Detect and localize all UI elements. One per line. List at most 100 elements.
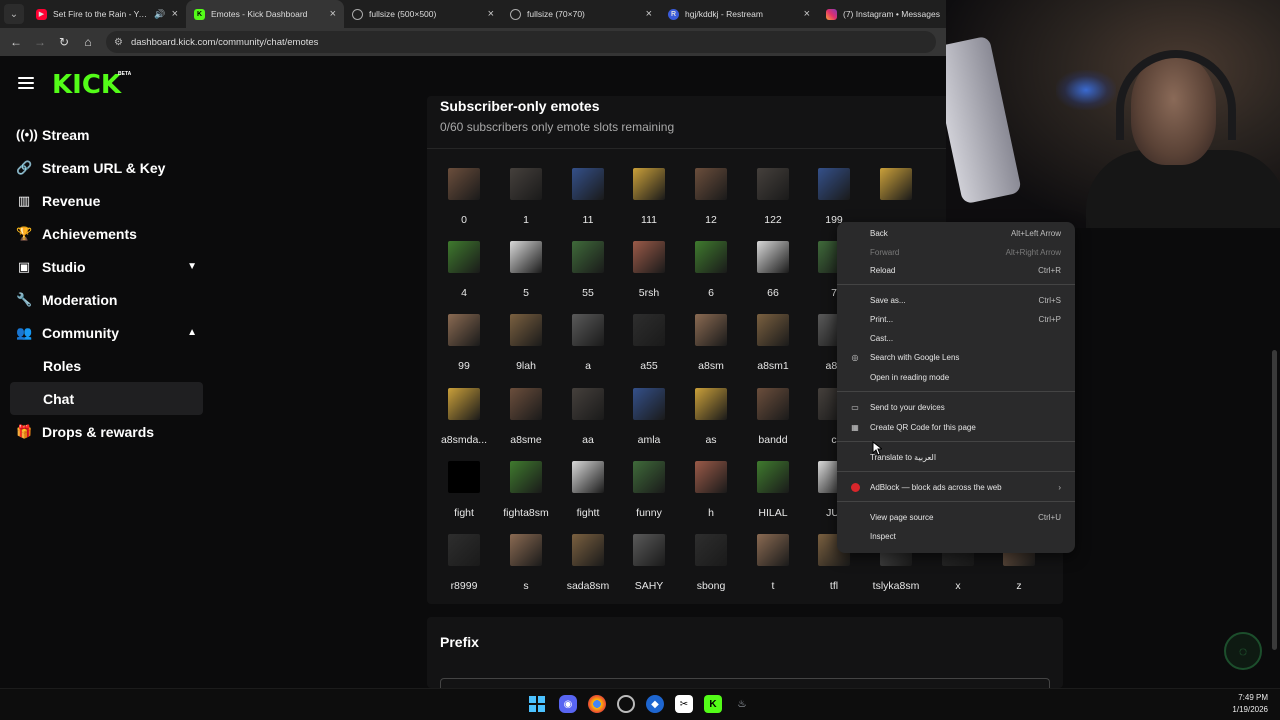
- chart-icon: ▥: [17, 192, 31, 208]
- emote-item[interactable]: t: [742, 534, 804, 604]
- emote-item[interactable]: sbong: [680, 534, 742, 604]
- windows-start-icon[interactable]: [528, 695, 546, 713]
- emote-item[interactable]: HILAL: [742, 461, 804, 531]
- emote-item[interactable]: bandd: [742, 388, 804, 458]
- menu-icon[interactable]: [18, 77, 34, 89]
- speaker-icon[interactable]: 🔊: [154, 9, 165, 20]
- emote-item[interactable]: 5: [495, 241, 557, 311]
- emote-item[interactable]: SAHY: [618, 534, 680, 604]
- sidebar-item-achievements[interactable]: 🏆 Achievements: [10, 217, 203, 250]
- close-icon[interactable]: ×: [330, 8, 336, 20]
- emote-item[interactable]: a8sm1: [742, 314, 804, 384]
- menu-item-google-lens[interactable]: ◎ Search with Google Lens: [837, 348, 1075, 367]
- system-clock[interactable]: 7:49 PM 1/19/2026: [1232, 692, 1268, 716]
- menu-item-back[interactable]: Back Alt+Left Arrow: [837, 224, 1075, 243]
- menu-item-qr-code[interactable]: ▦ Create QR Code for this page: [837, 418, 1075, 437]
- menu-item-save-as[interactable]: Save as... Ctrl+S: [837, 291, 1075, 310]
- emote-item[interactable]: 9lah: [495, 314, 557, 384]
- address-bar[interactable]: ⚙ dashboard.kick.com/community/chat/emot…: [106, 31, 936, 53]
- emote-item[interactable]: fighta8sm: [495, 461, 557, 531]
- sidebar-item-drops-rewards[interactable]: 🎁 Drops & rewards: [10, 415, 203, 448]
- sidebar-item-moderation[interactable]: 🔧 Moderation: [10, 283, 203, 316]
- emote-item[interactable]: aa: [557, 388, 619, 458]
- emote-item[interactable]: h: [680, 461, 742, 531]
- emote-item[interactable]: a55: [618, 314, 680, 384]
- emote-item[interactable]: 66: [742, 241, 804, 311]
- sidebar-item-studio[interactable]: ▣ Studio ▼: [10, 250, 203, 283]
- emote-item[interactable]: 4: [433, 241, 495, 311]
- close-icon[interactable]: ×: [804, 8, 810, 20]
- emote-item[interactable]: a8sme: [495, 388, 557, 458]
- sidebar-item-stream[interactable]: ((•)) Stream: [10, 118, 203, 151]
- kick-logo[interactable]: KICK: [52, 70, 121, 100]
- tab-restream[interactable]: R hgj/kddkj - Restream ×: [660, 0, 818, 28]
- sidebar-item-revenue[interactable]: ▥ Revenue: [10, 184, 203, 217]
- tab-fullsize-500[interactable]: fullsize (500×500) ×: [344, 0, 502, 28]
- menu-item-view-source[interactable]: View page source Ctrl+U: [837, 508, 1075, 527]
- chevron-up-icon[interactable]: ▲: [187, 327, 197, 338]
- capcut-icon[interactable]: ✂: [675, 695, 693, 713]
- emote-item[interactable]: 11: [557, 168, 619, 238]
- section-subtitle: 0/60 subscribers only emote slots remain…: [440, 120, 675, 134]
- chrome-icon[interactable]: [588, 695, 606, 713]
- sidebar-item-community[interactable]: 👥 Community ▲: [10, 316, 203, 349]
- emote-item[interactable]: fight: [433, 461, 495, 531]
- menu-item-cast[interactable]: Cast...: [837, 329, 1075, 348]
- browser-icon[interactable]: ◆: [646, 695, 664, 713]
- emote-item[interactable]: 55: [557, 241, 619, 311]
- home-button[interactable]: ⌂: [78, 32, 98, 52]
- chat-bubble-icon[interactable]: ◌: [1224, 632, 1262, 670]
- forward-button[interactable]: →: [30, 32, 50, 52]
- reload-button[interactable]: ↻: [54, 32, 74, 52]
- emote-item[interactable]: 6: [680, 241, 742, 311]
- site-info-icon[interactable]: ⚙: [114, 37, 123, 48]
- emote-thumbnail: [572, 534, 604, 566]
- globe-icon: [510, 8, 521, 20]
- emote-item[interactable]: 111: [618, 168, 680, 238]
- close-icon[interactable]: ×: [646, 8, 652, 20]
- emote-item[interactable]: 12: [680, 168, 742, 238]
- emote-item[interactable]: s: [495, 534, 557, 604]
- close-icon[interactable]: ×: [488, 8, 494, 20]
- emote-item[interactable]: fightt: [557, 461, 619, 531]
- sidebar-item-roles[interactable]: Roles: [10, 349, 203, 382]
- obs-icon[interactable]: [617, 695, 635, 713]
- discord-icon[interactable]: ◉: [559, 695, 577, 713]
- close-icon[interactable]: ×: [172, 8, 178, 20]
- sidebar-item-stream-url-key[interactable]: 🔗 Stream URL & Key: [10, 151, 203, 184]
- scrollbar[interactable]: [1272, 350, 1277, 650]
- menu-item-print[interactable]: Print... Ctrl+P: [837, 310, 1075, 329]
- emote-item[interactable]: r8999: [433, 534, 495, 604]
- tab-search-button[interactable]: ⌄: [4, 4, 24, 24]
- menu-separator: [837, 284, 1075, 285]
- back-button[interactable]: ←: [6, 32, 26, 52]
- tab-fullsize-70[interactable]: fullsize (70×70) ×: [502, 0, 660, 28]
- menu-item-reading-mode[interactable]: Open in reading mode: [837, 368, 1075, 387]
- menu-item-send-to-devices[interactable]: ▭ Send to your devices: [837, 398, 1075, 417]
- emote-item[interactable]: 0: [433, 168, 495, 238]
- emote-item[interactable]: a8smda...: [433, 388, 495, 458]
- sidebar-item-chat[interactable]: Chat: [10, 382, 203, 415]
- menu-item-adblock[interactable]: AdBlock — block ads across the web ›: [837, 478, 1075, 497]
- tab-youtube[interactable]: ▶ Set Fire to the Rain - YouTube 🔊 ×: [28, 0, 186, 28]
- emote-item[interactable]: 5rsh: [618, 241, 680, 311]
- emote-item[interactable]: amla: [618, 388, 680, 458]
- menu-item-reload[interactable]: Reload Ctrl+R: [837, 261, 1075, 280]
- emote-item[interactable]: 99: [433, 314, 495, 384]
- tab-kick-dashboard[interactable]: K Emotes - Kick Dashboard ×: [186, 0, 344, 28]
- emote-item[interactable]: a: [557, 314, 619, 384]
- emote-item[interactable]: a8sm: [680, 314, 742, 384]
- menu-item-forward[interactable]: Forward Alt+Right Arrow: [837, 243, 1075, 262]
- menu-separator: [837, 391, 1075, 392]
- menu-item-inspect[interactable]: Inspect: [837, 527, 1075, 546]
- emote-thumbnail: [633, 241, 665, 273]
- emote-item[interactable]: 122: [742, 168, 804, 238]
- emote-thumbnail: [572, 314, 604, 346]
- emote-item[interactable]: 1: [495, 168, 557, 238]
- steam-icon[interactable]: ♨: [733, 695, 751, 713]
- emote-item[interactable]: sada8sm: [557, 534, 619, 604]
- emote-item[interactable]: funny: [618, 461, 680, 531]
- kick-app-icon[interactable]: K: [704, 695, 722, 713]
- chevron-down-icon[interactable]: ▼: [187, 261, 197, 272]
- emote-item[interactable]: as: [680, 388, 742, 458]
